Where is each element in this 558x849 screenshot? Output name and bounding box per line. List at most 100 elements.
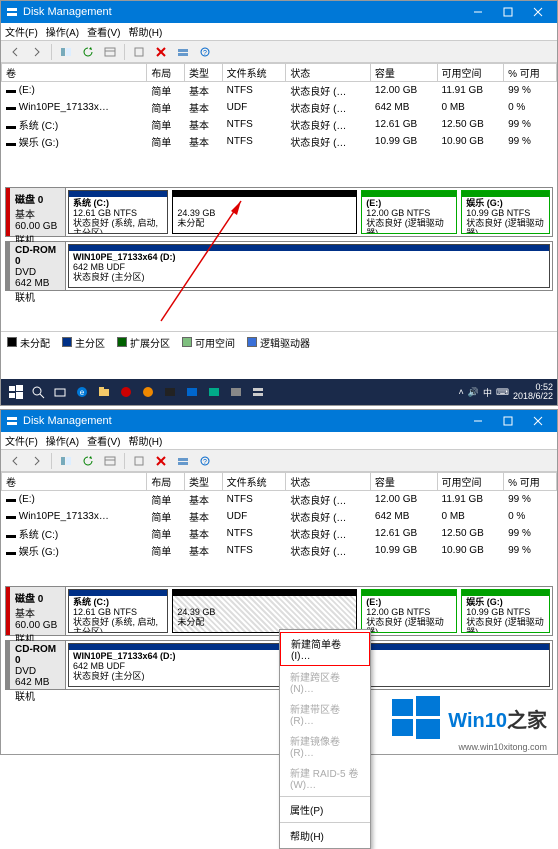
close-button[interactable] xyxy=(523,410,553,432)
start-button[interactable] xyxy=(5,381,27,403)
ctx-properties[interactable]: 属性(P) xyxy=(280,799,370,820)
search-icon[interactable] xyxy=(27,381,49,403)
partition-unallocated-selected[interactable]: 24.39 GB未分配 xyxy=(172,589,357,633)
forward-button[interactable] xyxy=(27,43,47,61)
ctx-new-simple-volume[interactable]: 新建简单卷(I)… xyxy=(280,632,370,666)
tb-app-icon[interactable] xyxy=(225,381,247,403)
explorer-icon[interactable] xyxy=(93,381,115,403)
table-row[interactable]: ▬ (E:)简单基本NTFS状态良好 (…12.00 GB11.91 GB99 … xyxy=(2,82,557,100)
col-layout[interactable]: 布局 xyxy=(147,64,185,82)
legend-primary: 主分区 xyxy=(62,335,105,350)
tb-app-icon[interactable] xyxy=(159,381,181,403)
tb-app-icon[interactable] xyxy=(203,381,225,403)
title-bar: Disk Management xyxy=(1,410,557,432)
tray-keyboard-icon[interactable]: ⌨ xyxy=(496,387,509,398)
partition-g[interactable]: 娱乐 (G:)10.99 GB NTFS状态良好 (逻辑驱动器) xyxy=(461,589,550,633)
partition-dvd[interactable]: WIN10PE_17133x64 (D:)642 MB UDF状态良好 (主分区… xyxy=(68,244,550,288)
toolbar-btn[interactable] xyxy=(129,452,149,470)
partition-c[interactable]: 系统 (C:)12.61 GB NTFS状态良好 (系统, 启动, 主分区) xyxy=(68,589,168,633)
toolbar-btn[interactable] xyxy=(173,452,193,470)
svg-text:e: e xyxy=(80,388,85,397)
delete-icon[interactable] xyxy=(151,43,171,61)
table-row[interactable]: ▬ 娱乐 (G:)简单基本NTFS状态良好 (…10.99 GB10.90 GB… xyxy=(2,542,557,559)
partition-unallocated[interactable]: 24.39 GB未分配 xyxy=(172,190,357,234)
toolbar-btn[interactable] xyxy=(129,43,149,61)
disk-0-row[interactable]: 磁盘 0 基本 60.00 GB 联机 系统 (C:)12.61 GB NTFS… xyxy=(5,187,553,237)
maximize-button[interactable] xyxy=(493,410,523,432)
volume-list[interactable]: 卷 布局 类型 文件系统 状态 容量 可用空间 % 可用 ▬ (E:)简单基本N… xyxy=(1,472,557,582)
toolbar: ? xyxy=(1,41,557,63)
window-title: Disk Management xyxy=(23,6,112,18)
menu-file[interactable]: 文件(F) xyxy=(5,24,38,39)
menu-action[interactable]: 操作(A) xyxy=(46,24,79,39)
menu-view[interactable]: 查看(V) xyxy=(87,433,120,448)
title-bar: Disk Management xyxy=(1,1,557,23)
help-icon[interactable]: ? xyxy=(195,452,215,470)
partition-e[interactable]: (E:)12.00 GB NTFS状态良好 (逻辑驱动器) xyxy=(361,589,457,633)
table-row[interactable]: ▬ 系统 (C:)简单基本NTFS状态良好 (…12.61 GB12.50 GB… xyxy=(2,116,557,133)
tb-app-icon[interactable] xyxy=(181,381,203,403)
cdrom-info: CD-ROM 0 DVD 642 MB 联机 xyxy=(6,242,66,290)
close-button[interactable] xyxy=(523,1,553,23)
col-fs[interactable]: 文件系统 xyxy=(222,64,286,82)
disk-mgmt-icon[interactable] xyxy=(247,381,269,403)
menu-help[interactable]: 帮助(H) xyxy=(128,24,162,39)
maximize-button[interactable] xyxy=(493,1,523,23)
tb-app-icon[interactable] xyxy=(137,381,159,403)
toolbar-btn[interactable] xyxy=(173,43,193,61)
taskview-icon[interactable] xyxy=(49,381,71,403)
ctx-new-spanned-volume[interactable]: 新建跨区卷(N)… xyxy=(280,666,370,698)
menu-help[interactable]: 帮助(H) xyxy=(128,433,162,448)
table-row[interactable]: ▬ 娱乐 (G:)简单基本NTFS状态良好 (…10.99 GB10.90 GB… xyxy=(2,133,557,150)
col-pct[interactable]: % 可用 xyxy=(504,64,557,82)
back-button[interactable] xyxy=(5,452,25,470)
table-row[interactable]: ▬ 系统 (C:)简单基本NTFS状态良好 (…12.61 GB12.50 GB… xyxy=(2,525,557,542)
clock-date[interactable]: 2018/6/22 xyxy=(513,391,553,401)
table-row[interactable]: ▬ Win10PE_17133x…简单基本UDF状态良好 (…642 MB0 M… xyxy=(2,508,557,525)
cdrom-row[interactable]: CD-ROM 0 DVD 642 MB 联机 WIN10PE_17133x64 … xyxy=(5,241,553,291)
win10-logo-watermark: Win10之家 xyxy=(392,694,547,742)
menu-file[interactable]: 文件(F) xyxy=(5,433,38,448)
ime-indicator[interactable]: 中 xyxy=(483,386,492,399)
toolbar-btn[interactable] xyxy=(56,452,76,470)
menu-view[interactable]: 查看(V) xyxy=(87,24,120,39)
menu-bar: 文件(F) 操作(A) 查看(V) 帮助(H) xyxy=(1,432,557,450)
footer-url: www.win10xitong.com xyxy=(458,742,547,752)
toolbar-btn[interactable] xyxy=(56,43,76,61)
edge-icon[interactable]: e xyxy=(71,381,93,403)
refresh-button[interactable] xyxy=(78,452,98,470)
col-volume[interactable]: 卷 xyxy=(2,64,147,82)
minimize-button[interactable] xyxy=(463,1,493,23)
col-type[interactable]: 类型 xyxy=(184,64,222,82)
disk-0-info: 磁盘 0 基本 60.00 GB 联机 xyxy=(6,188,66,236)
legend-ext: 扩展分区 xyxy=(117,335,170,350)
col-free[interactable]: 可用空间 xyxy=(437,64,504,82)
forward-button[interactable] xyxy=(27,452,47,470)
refresh-button[interactable] xyxy=(78,43,98,61)
ctx-new-raid5-volume[interactable]: 新建 RAID-5 卷(W)… xyxy=(280,762,370,794)
tray-sound-icon[interactable]: 🔊 xyxy=(468,387,479,398)
partition-c[interactable]: 系统 (C:)12.61 GB NTFS状态良好 (系统, 启动, 主分区) xyxy=(68,190,168,234)
col-status[interactable]: 状态 xyxy=(286,64,371,82)
partition-e[interactable]: (E:)12.00 GB NTFS状态良好 (逻辑驱动器) xyxy=(361,190,457,234)
partition-g[interactable]: 娱乐 (G:)10.99 GB NTFS状态良好 (逻辑驱动器) xyxy=(461,190,550,234)
menu-action[interactable]: 操作(A) xyxy=(46,433,79,448)
help-icon[interactable]: ? xyxy=(195,43,215,61)
ctx-new-striped-volume[interactable]: 新建带区卷(R)… xyxy=(280,698,370,730)
volume-list[interactable]: 卷 布局 类型 文件系统 状态 容量 可用空间 % 可用 ▬ (E:)简单基本N… xyxy=(1,63,557,183)
toolbar-btn[interactable] xyxy=(100,452,120,470)
legend-free: 可用空间 xyxy=(182,335,235,350)
col-capacity[interactable]: 容量 xyxy=(370,64,437,82)
system-tray[interactable]: ˄ 🔊 中 ⌨ 0:522018/6/22 xyxy=(458,383,553,401)
minimize-button[interactable] xyxy=(463,410,493,432)
toolbar-btn[interactable] xyxy=(100,43,120,61)
ctx-new-mirror-volume[interactable]: 新建镜像卷(R)… xyxy=(280,730,370,762)
delete-icon[interactable] xyxy=(151,452,171,470)
tb-app-icon[interactable] xyxy=(115,381,137,403)
tray-chevron-icon[interactable]: ˄ xyxy=(458,387,463,397)
table-row[interactable]: ▬ Win10PE_17133x…简单基本UDF状态良好 (…642 MB0 M… xyxy=(2,99,557,116)
back-button[interactable] xyxy=(5,43,25,61)
ctx-help[interactable]: 帮助(H) xyxy=(280,825,370,846)
table-row[interactable]: ▬ (E:)简单基本NTFS状态良好 (…12.00 GB11.91 GB99 … xyxy=(2,491,557,509)
menu-bar: 文件(F) 操作(A) 查看(V) 帮助(H) xyxy=(1,23,557,41)
